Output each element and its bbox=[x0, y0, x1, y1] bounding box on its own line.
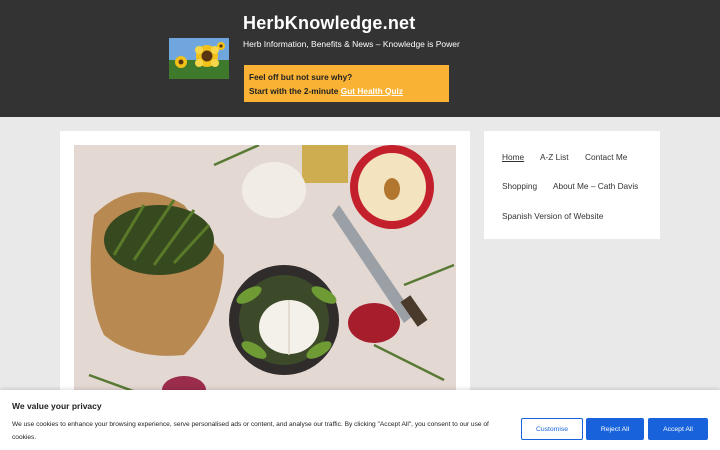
site-title[interactable]: HerbKnowledge.net bbox=[243, 13, 415, 34]
promo-banner: Feel off but not sure why? Start with th… bbox=[244, 65, 449, 102]
accept-all-button[interactable]: Accept All bbox=[648, 418, 708, 440]
nav-home-link[interactable]: Home bbox=[502, 152, 524, 162]
hero-image bbox=[74, 145, 456, 395]
promo-line-2-text: Start with the 2-minute bbox=[249, 86, 339, 96]
sunflower-logo-icon[interactable] bbox=[169, 38, 229, 79]
gut-health-quiz-link[interactable]: Gut Health Quiz bbox=[341, 86, 403, 96]
site-tagline: Herb Information, Benefits & News – Know… bbox=[243, 39, 460, 49]
cookie-banner: We value your privacy We use cookies to … bbox=[0, 390, 720, 450]
reject-all-button[interactable]: Reject All bbox=[586, 418, 644, 440]
customise-button[interactable]: Customise bbox=[521, 418, 583, 440]
nav-spanish-link[interactable]: Spanish Version of Website bbox=[502, 211, 603, 221]
cookie-title: We value your privacy bbox=[12, 401, 102, 411]
nav-shopping-link[interactable]: Shopping bbox=[502, 181, 537, 191]
nav-az-list-link[interactable]: A-Z List bbox=[540, 152, 569, 162]
nav-about-link[interactable]: About Me – Cath Davis bbox=[553, 181, 638, 191]
promo-line-2: Start with the 2-minute Gut Health Quiz bbox=[249, 84, 444, 98]
cookie-text: We use cookies to enhance your browsing … bbox=[12, 421, 489, 441]
promo-line-1: Feel off but not sure why? bbox=[249, 72, 353, 82]
nav-contact-link[interactable]: Contact Me bbox=[585, 152, 627, 162]
